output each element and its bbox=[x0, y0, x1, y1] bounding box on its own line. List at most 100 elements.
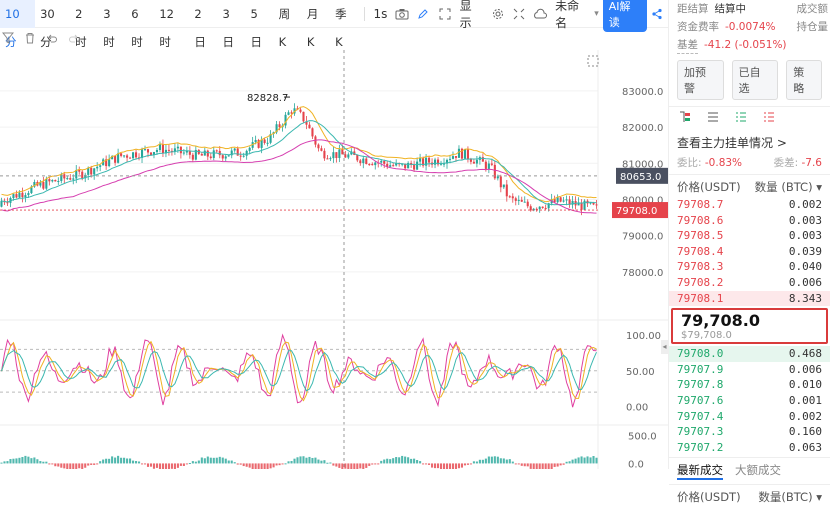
ask-row[interactable]: 79708.18.343 bbox=[669, 291, 830, 307]
redo-icon[interactable] bbox=[68, 32, 80, 47]
pencil-icon[interactable] bbox=[413, 0, 434, 28]
bid-row[interactable]: 79707.90.006 bbox=[669, 362, 830, 378]
macd-bar bbox=[150, 463, 152, 466]
strategy-button[interactable]: 策略 bbox=[786, 60, 822, 100]
basis-label: 基差 bbox=[677, 36, 698, 54]
undo-icon[interactable] bbox=[46, 32, 58, 47]
timeframe-5[interactable]: 12时 bbox=[154, 0, 189, 28]
share-icon[interactable] bbox=[647, 0, 668, 28]
expand-icon[interactable] bbox=[434, 0, 455, 28]
trash-icon[interactable] bbox=[24, 32, 36, 47]
ask-row[interactable]: 79708.50.003 bbox=[669, 228, 830, 244]
interval-selector[interactable]: 1s bbox=[369, 7, 391, 21]
settings-icon[interactable] bbox=[487, 0, 508, 28]
candle-body bbox=[60, 174, 62, 181]
price-chart[interactable]: 83000.082000.081000.080000.079000.078000… bbox=[0, 50, 668, 469]
collapse-panel-handle[interactable]: ◂ bbox=[661, 340, 668, 354]
macd-bar bbox=[575, 459, 577, 464]
ask-price: 79708.2 bbox=[677, 275, 723, 291]
timeframe-9[interactable]: 周K bbox=[274, 0, 302, 28]
macd-bar bbox=[443, 463, 445, 469]
macd-bar bbox=[392, 458, 394, 463]
camera-icon[interactable] bbox=[391, 0, 412, 28]
timeframe-6[interactable]: 2日 bbox=[189, 0, 217, 28]
macd-bar bbox=[213, 458, 215, 464]
macd-bar bbox=[168, 463, 170, 469]
orderbook-both-icon[interactable] bbox=[679, 111, 691, 126]
chart-canvas[interactable]: 83000.082000.081000.080000.079000.078000… bbox=[0, 50, 668, 469]
candle-body bbox=[374, 162, 376, 165]
bid-price: 79708.0 bbox=[677, 346, 723, 362]
tab-large-trades[interactable]: 大额成交 bbox=[735, 462, 781, 480]
timeframe-8[interactable]: 5日 bbox=[246, 0, 274, 28]
timeframe-1[interactable]: 30分 bbox=[35, 0, 70, 28]
macd-bar bbox=[461, 463, 463, 467]
timeframe-7[interactable]: 3日 bbox=[217, 0, 245, 28]
add-alert-button[interactable]: 加预警 bbox=[677, 60, 724, 100]
macd-bar bbox=[45, 462, 47, 464]
candle-body bbox=[93, 168, 95, 174]
trades-qty-header[interactable]: 数量(BTC) ▾ bbox=[758, 489, 822, 505]
ask-quantity: 0.039 bbox=[789, 244, 822, 260]
bid-row[interactable]: 79707.30.160 bbox=[669, 424, 830, 440]
macd-bar bbox=[192, 461, 194, 463]
macd-bar bbox=[410, 459, 412, 464]
candle-body bbox=[344, 154, 346, 157]
chevron-down-icon[interactable]: ▾ bbox=[594, 9, 599, 19]
macd-bar bbox=[347, 463, 349, 469]
macd-bar bbox=[123, 458, 125, 464]
layout-name[interactable]: 未命名 bbox=[551, 0, 594, 31]
watchlist-button[interactable]: 已自选 bbox=[732, 60, 779, 100]
bid-quantity: 0.010 bbox=[789, 377, 822, 393]
timeframe-4[interactable]: 6时 bbox=[126, 0, 154, 28]
orderbook-bids-icon[interactable] bbox=[735, 111, 747, 126]
candle-body bbox=[509, 196, 511, 197]
main-orders-link[interactable]: 查看主力挂单情况 > bbox=[669, 130, 830, 155]
timeframe-2[interactable]: 2时 bbox=[70, 0, 98, 28]
ask-row[interactable]: 79708.30.040 bbox=[669, 259, 830, 275]
display-button[interactable]: 显示 bbox=[456, 0, 487, 31]
orderbook-split-icon[interactable] bbox=[707, 111, 719, 126]
ask-row[interactable]: 79708.40.039 bbox=[669, 244, 830, 260]
macd-bar bbox=[595, 458, 597, 464]
candle-body bbox=[129, 158, 131, 159]
candle-body bbox=[311, 128, 313, 136]
bid-row[interactable]: 79707.20.063 bbox=[669, 440, 830, 456]
macd-bar bbox=[216, 458, 218, 464]
candle-body bbox=[287, 112, 289, 114]
bid-row[interactable]: 79708.00.468 bbox=[669, 346, 830, 362]
macd-bar bbox=[129, 458, 131, 463]
bid-row[interactable]: 79707.60.001 bbox=[669, 393, 830, 409]
macd-bar bbox=[413, 459, 415, 464]
macd-bar bbox=[509, 459, 511, 463]
ai-analysis-button[interactable]: AI解读 bbox=[603, 0, 647, 32]
candle-body bbox=[126, 155, 128, 157]
candle-body bbox=[458, 149, 460, 158]
candle-body bbox=[512, 196, 514, 198]
macd-bar bbox=[72, 463, 74, 469]
macd-bar bbox=[572, 460, 574, 464]
fullscreen-icon[interactable] bbox=[508, 0, 529, 28]
filter-icon[interactable] bbox=[2, 32, 14, 47]
ask-row[interactable]: 79708.60.003 bbox=[669, 213, 830, 229]
orderbook-asks-icon[interactable] bbox=[763, 111, 775, 126]
qty-column-header[interactable]: 数量 (BTC) ▾ bbox=[755, 179, 822, 195]
candle-body bbox=[69, 178, 71, 180]
candle-body bbox=[210, 157, 212, 158]
macd-bar bbox=[9, 459, 11, 463]
ask-row[interactable]: 79708.20.006 bbox=[669, 275, 830, 291]
tab-latest-trades[interactable]: 最新成交 bbox=[677, 462, 723, 480]
timeframe-0[interactable]: 10分 bbox=[0, 0, 35, 28]
settlement-row: 距结算 结算中 成交额 bbox=[669, 0, 830, 18]
ask-row[interactable]: 79708.70.002 bbox=[669, 197, 830, 213]
ask-price: 79708.3 bbox=[677, 259, 723, 275]
macd-bar bbox=[554, 463, 556, 467]
bid-row[interactable]: 79707.80.010 bbox=[669, 377, 830, 393]
timeframe-10[interactable]: 月K bbox=[302, 0, 330, 28]
macd-bar bbox=[518, 463, 520, 464]
candle-body bbox=[371, 164, 373, 165]
timeframe-11[interactable]: 季K bbox=[330, 0, 358, 28]
bid-row[interactable]: 79707.40.002 bbox=[669, 409, 830, 425]
macd-bar bbox=[326, 463, 328, 464]
timeframe-3[interactable]: 3时 bbox=[98, 0, 126, 28]
